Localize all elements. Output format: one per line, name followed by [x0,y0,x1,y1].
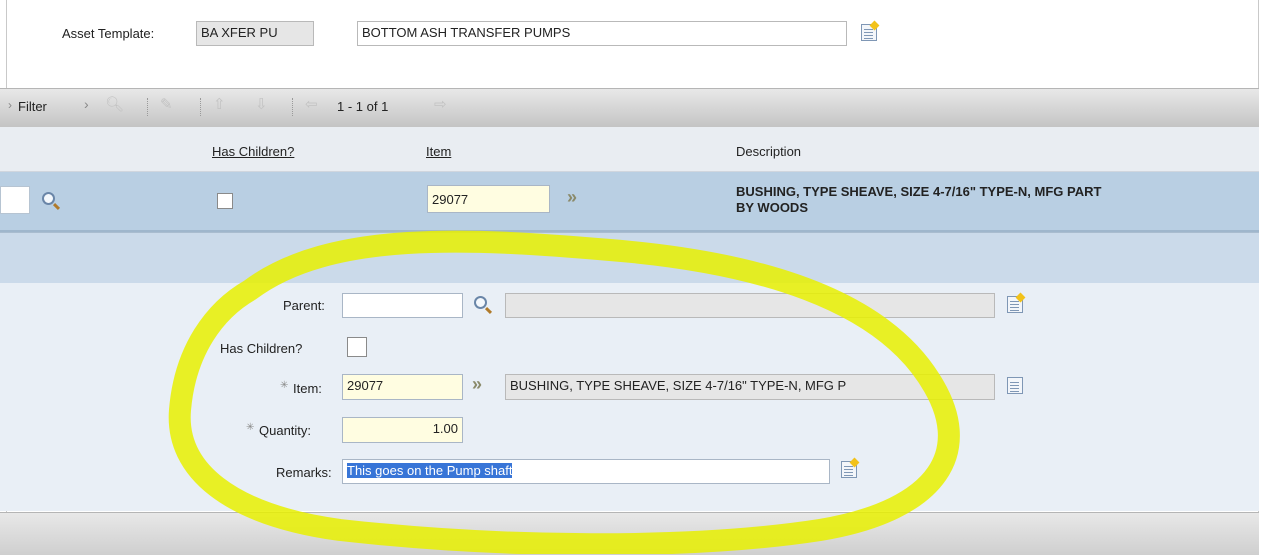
parent-field[interactable] [342,293,463,318]
item-long-description-icon[interactable] [1007,377,1023,394]
table-toolbar [0,88,1259,128]
row-item-field[interactable]: 29077 [427,185,550,213]
row-has-children-checkbox[interactable] [217,193,233,209]
parent-long-description-icon[interactable] [1007,296,1023,313]
toolbar-separator [200,98,202,116]
next-page-icon[interactable]: ⇨ [434,95,447,113]
row-description-line-1: BUSHING, TYPE SHEAVE, SIZE 4-7/16" TYPE-… [736,184,1102,199]
asset-template-label: Asset Template: [62,26,155,41]
asset-template-description-field[interactable]: BOTTOM ASH TRANSFER PUMPS [357,21,847,46]
row-detail-magnifier-icon[interactable] [42,192,55,205]
filter-expand-icon[interactable]: › [84,96,89,112]
toolbar-separator [147,98,149,116]
asset-template-code-field[interactable]: BA XFER PU [196,21,314,46]
has-children-checkbox[interactable] [347,337,367,357]
column-header-item[interactable]: Item [426,144,451,159]
section-footer [0,512,1259,555]
row-description: BUSHING, TYPE SHEAVE, SIZE 4-7/16" TYPE-… [736,184,1101,216]
quantity-field[interactable]: 1.00 [342,417,463,443]
pagination-text: 1 - 1 of 1 [337,99,389,114]
section-band [0,232,1259,284]
table-header [0,127,1259,172]
previous-page-icon[interactable]: ⇦ [305,95,318,113]
remarks-field[interactable]: This goes on the Pump shaft [342,459,830,484]
search-icon[interactable]: 🔍︎ [105,95,124,113]
toolbar-separator [292,98,294,116]
column-header-has-children[interactable]: Has Children? [212,144,294,159]
row-description-line-2: BY WOODS [736,200,808,215]
move-down-icon[interactable]: ⇩ [255,95,268,113]
item-field[interactable]: 29077 [342,374,463,400]
quantity-label: Quantity: [259,423,312,438]
remarks-long-description-icon[interactable] [841,461,857,478]
move-up-icon[interactable]: ⇧ [213,95,226,113]
row-item-menu-icon[interactable]: » [567,187,577,208]
clear-filter-icon[interactable]: ✎ [160,95,173,113]
item-description-field: BUSHING, TYPE SHEAVE, SIZE 4-7/16" TYPE-… [505,374,995,400]
has-children-label: Has Children? [220,341,303,356]
long-description-icon[interactable] [861,24,877,41]
remarks-label: Remarks: [276,465,332,480]
item-label: Item: [293,381,322,396]
row-select-checkbox[interactable] [0,186,30,214]
column-header-description: Description [736,144,802,159]
item-required-icon: ✳ [280,380,289,391]
parent-description-field [505,293,995,318]
parent-lookup-icon[interactable] [474,296,487,309]
item-menu-icon[interactable]: » [472,374,482,395]
remarks-selected-text: This goes on the Pump shaft [347,463,513,478]
filter-link[interactable]: Filter [18,99,47,114]
filter-arrow-icon[interactable]: › [8,98,12,112]
quantity-required-icon: ✳ [246,422,255,433]
parent-label: Parent: [283,298,325,313]
